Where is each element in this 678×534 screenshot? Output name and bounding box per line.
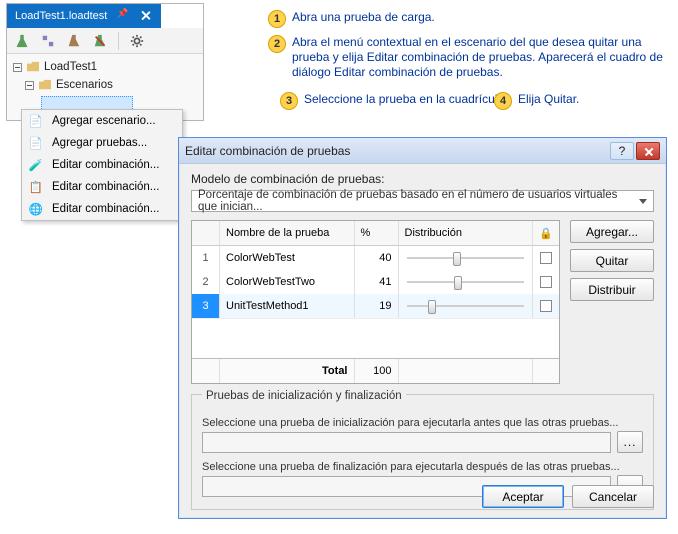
callout-1-text: Abra una prueba de carga. — [292, 10, 435, 25]
row-pct[interactable]: 19 — [355, 294, 399, 318]
row-lock[interactable] — [533, 270, 559, 294]
callout-1: 1 Abra una prueba de carga. — [268, 10, 435, 28]
fieldset-legend: Pruebas de inicialización y finalización — [202, 390, 406, 402]
help-button[interactable]: ? — [610, 142, 634, 160]
dialog-body: Modelo de combinación de pruebas: Porcen… — [179, 164, 666, 522]
model-label: Modelo de combinación de pruebas: — [191, 172, 654, 186]
globe-icon: 🌐 — [28, 201, 44, 217]
distribute-button[interactable]: Distribuir — [570, 278, 654, 301]
grid-footer: Total 100 — [192, 358, 559, 383]
ctx-label: Agregar pruebas... — [52, 137, 147, 149]
bullet-4: 4 — [494, 92, 512, 110]
init-desc: Seleccione una prueba de inicialización … — [202, 417, 643, 429]
active-tab[interactable]: LoadTest1.loadtest — [7, 4, 161, 28]
row-index: 1 — [192, 246, 220, 270]
tab-title: LoadTest1.loadtest — [15, 10, 107, 22]
row-dist[interactable] — [399, 294, 534, 318]
model-dropdown[interactable]: Porcentaje de combinación de pruebas bas… — [191, 190, 654, 212]
row-index: 2 — [192, 270, 220, 294]
row-pct[interactable]: 41 — [355, 270, 399, 294]
flask-icon: 🧪 — [28, 157, 44, 173]
callout-3: 3 Seleccione la prueba en la cuadrícula. — [280, 92, 507, 110]
folder-icon — [26, 61, 40, 73]
callout-3-text: Seleccione la prueba en la cuadrícula. — [304, 92, 507, 107]
add-scenario-icon: 📄 — [28, 113, 44, 129]
callout-2: 2 Abra el menú contextual en el escenari… — [268, 35, 664, 80]
ctx-label: Editar combinación... — [52, 159, 159, 171]
ctx-edit-mix-1[interactable]: 🧪 Editar combinación... — [22, 154, 182, 176]
ctx-add-tests[interactable]: 📄 Agregar pruebas... — [22, 132, 182, 154]
tree-scenarios-label: Escenarios — [56, 79, 113, 91]
expander-icon[interactable] — [13, 63, 22, 72]
row-name: UnitTestMethod1 — [220, 294, 355, 318]
toolbar-separator — [118, 32, 119, 50]
bullet-2: 2 — [268, 35, 286, 53]
callout-4-text: Elija Quitar. — [518, 92, 579, 107]
close-icon[interactable] — [139, 9, 153, 23]
dialog-titlebar: Editar combinación de pruebas ? — [179, 138, 666, 164]
toolbar-btn-3[interactable] — [63, 30, 85, 52]
ctx-label: Editar combinación... — [52, 181, 159, 193]
add-button[interactable]: Agregar... — [570, 220, 654, 243]
bullet-1: 1 — [268, 10, 286, 28]
row-name: ColorWebTest — [220, 246, 355, 270]
run-icon[interactable] — [11, 30, 33, 52]
context-menu: 📄 Agregar escenario... 📄 Agregar pruebas… — [21, 109, 183, 221]
grid-row-2[interactable]: 2 ColorWebTestTwo 41 — [192, 270, 559, 294]
ctx-label: Agregar escenario... — [52, 115, 156, 127]
ctx-edit-mix-3[interactable]: 🌐 Editar combinación... — [22, 198, 182, 220]
callout-4: 4 Elija Quitar. — [494, 92, 579, 110]
row-lock[interactable] — [533, 294, 559, 318]
col-pct: % — [355, 221, 399, 245]
ctx-label: Editar combinación... — [52, 203, 159, 215]
grid-header: Nombre de la prueba % Distribución 🔒 — [192, 221, 559, 246]
test-mix-grid: Nombre de la prueba % Distribución 🔒 1 C… — [191, 220, 560, 384]
callout-2-text: Abra el menú contextual en el escenario … — [292, 35, 664, 80]
settings-icon[interactable] — [126, 30, 148, 52]
tree-scenarios[interactable]: Escenarios — [13, 76, 197, 94]
row-lock[interactable] — [533, 246, 559, 270]
row-index: 3 — [192, 294, 220, 318]
model-dropdown-value: Porcentaje de combinación de pruebas bas… — [198, 189, 639, 213]
dialog-buttons: Aceptar Cancelar — [482, 485, 654, 508]
cancel-button[interactable]: Cancelar — [572, 485, 654, 508]
row-pct[interactable]: 40 — [355, 246, 399, 270]
col-name: Nombre de la prueba — [220, 221, 355, 245]
ctx-edit-mix-2[interactable]: 📋 Editar combinación... — [22, 176, 182, 198]
pin-icon[interactable] — [117, 10, 129, 22]
folder-icon — [38, 79, 52, 91]
grid-row-3[interactable]: 3 UnitTestMethod1 19 — [192, 294, 559, 318]
total-value: 100 — [355, 359, 399, 383]
toolbar — [7, 28, 203, 54]
dialog-title: Editar combinación de pruebas — [185, 144, 350, 158]
toolbar-btn-2[interactable] — [37, 30, 59, 52]
loadtest-tool-window: LoadTest1.loadtest LoadTest1 Escenarios — [6, 3, 204, 121]
tree-root-label: LoadTest1 — [44, 61, 97, 73]
bullet-3: 3 — [280, 92, 298, 110]
tab-strip: LoadTest1.loadtest — [7, 4, 203, 28]
edit-test-mix-dialog: Editar combinación de pruebas ? Modelo d… — [178, 137, 667, 519]
ctx-add-scenario[interactable]: 📄 Agregar escenario... — [22, 110, 182, 132]
col-dist: Distribución — [399, 221, 534, 245]
toolbar-btn-4[interactable] — [89, 30, 111, 52]
chevron-down-icon — [639, 199, 647, 204]
row-dist[interactable] — [399, 246, 534, 270]
expander-icon[interactable] — [25, 81, 34, 90]
grid-row-1[interactable]: 1 ColorWebTest 40 — [192, 246, 559, 270]
dialog-close-button[interactable] — [636, 142, 660, 160]
total-label: Total — [220, 359, 355, 383]
remove-button[interactable]: Quitar — [570, 249, 654, 272]
init-browse-button[interactable]: ... — [617, 431, 643, 453]
final-desc: Seleccione una prueba de finalización pa… — [202, 461, 643, 473]
init-test-input[interactable] — [202, 432, 611, 453]
col-lock: 🔒 — [533, 221, 559, 245]
side-buttons: Agregar... Quitar Distribuir — [570, 220, 654, 384]
tree-root[interactable]: LoadTest1 — [13, 58, 197, 76]
row-name: ColorWebTestTwo — [220, 270, 355, 294]
add-tests-icon: 📄 — [28, 135, 44, 151]
ok-button[interactable]: Aceptar — [482, 485, 564, 508]
row-dist[interactable] — [399, 270, 534, 294]
list-icon: 📋 — [28, 179, 44, 195]
